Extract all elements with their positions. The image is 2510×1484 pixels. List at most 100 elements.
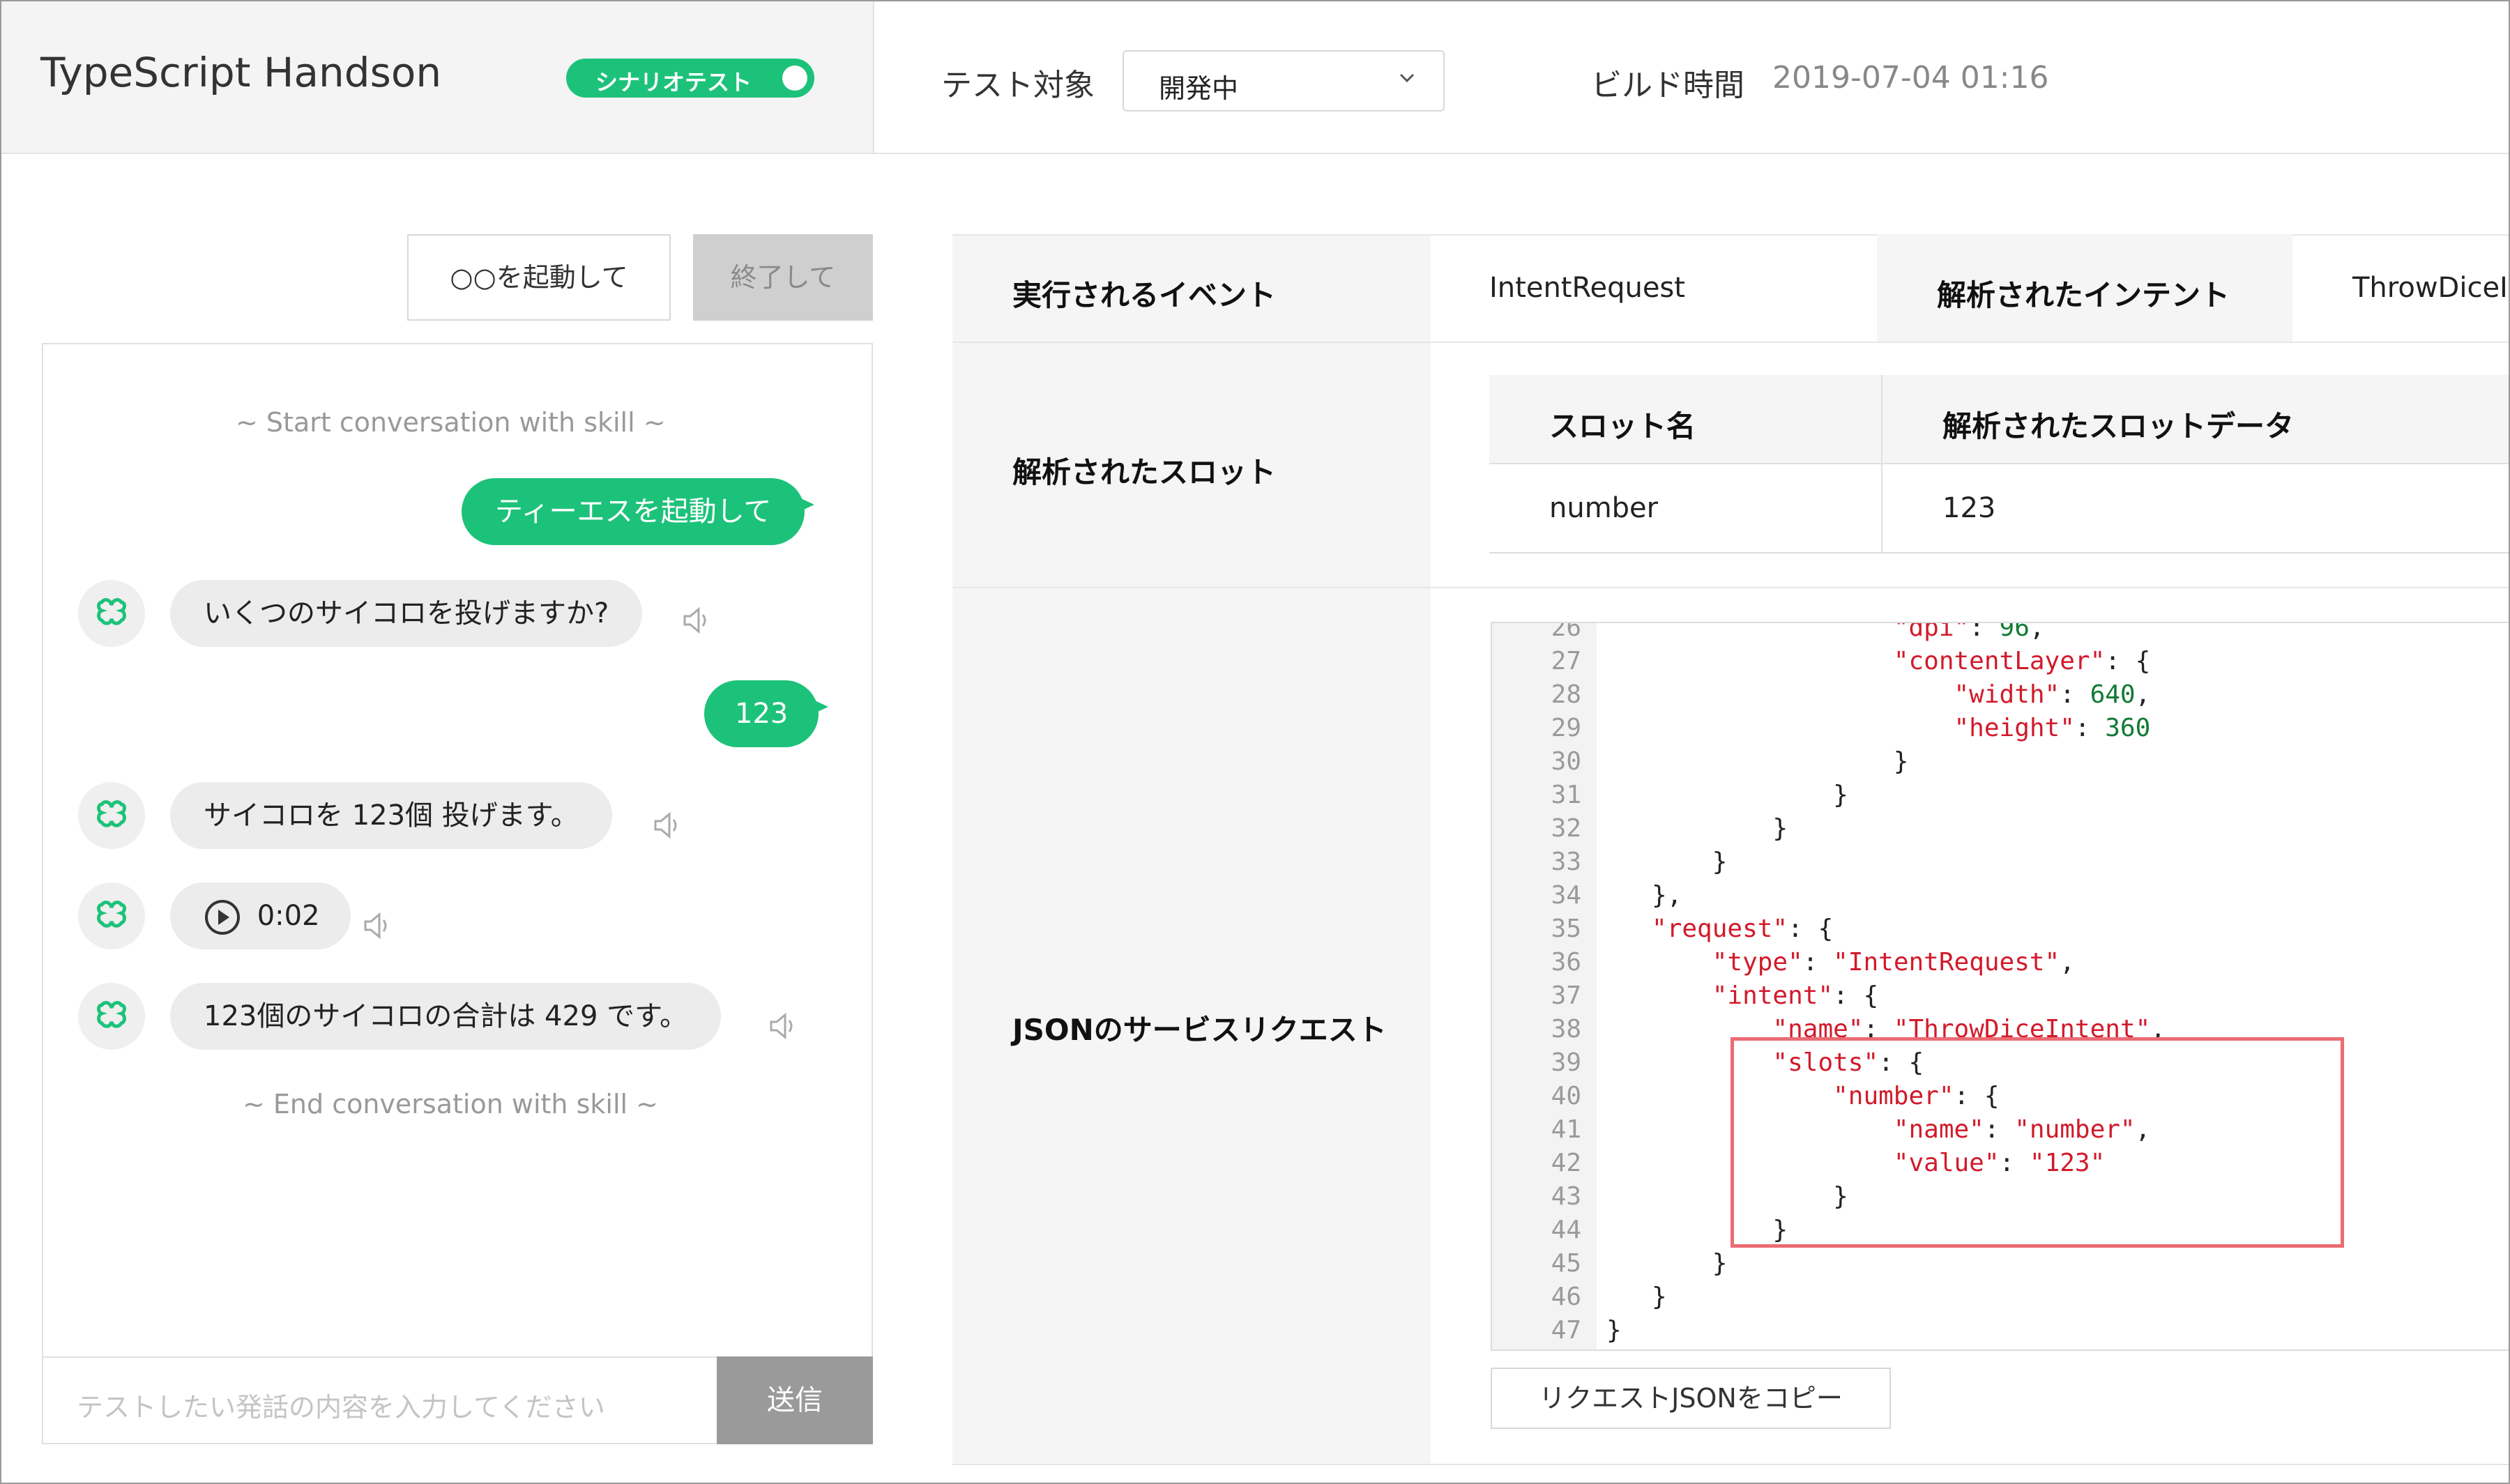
line-number: 32 <box>1551 814 1581 843</box>
bot-message-text: 123個のサイコロの合計は 429 です。 <box>204 1000 688 1032</box>
code-line: "type": "IntentRequest", <box>1712 948 2075 977</box>
line-number: 33 <box>1551 848 1581 876</box>
clova-icon <box>97 598 126 625</box>
code-line: "height": 360 <box>1954 714 2151 742</box>
line-number: 35 <box>1551 915 1581 943</box>
utterance-input-placeholder: テストしたい発話の内容を入力してください <box>77 1392 605 1423</box>
line-number: 26 <box>1551 622 1581 642</box>
app-title: TypeScript Handson <box>40 49 442 96</box>
line-number: 46 <box>1551 1283 1581 1311</box>
speaker-icon[interactable] <box>767 1009 800 1043</box>
line-number: 31 <box>1551 781 1581 809</box>
bot-avatar <box>78 580 145 647</box>
row-divider <box>952 1464 2509 1465</box>
test-target-select[interactable]: 開発中 <box>1123 50 1445 112</box>
line-number: 27 <box>1551 647 1581 675</box>
audio-duration: 0:02 <box>257 900 320 932</box>
line-number: 47 <box>1551 1316 1581 1345</box>
code-line: } <box>1606 1283 1667 1311</box>
send-button[interactable]: 送信 <box>717 1356 873 1444</box>
line-number-gutter: 26 27 28 29 30 31 32 33 34 35 36 37 38 3… <box>1492 623 1597 1349</box>
slot-name-cell: number <box>1549 492 1659 524</box>
slots-highlight-box <box>1731 1037 2344 1248</box>
end-skill-button[interactable]: 終了して <box>693 234 873 321</box>
slot-label: 解析されたスロット <box>1012 455 1277 489</box>
code-line: } <box>1606 781 1848 809</box>
slot-table-divider <box>1489 552 2509 553</box>
event-label: 実行されるイベント <box>1012 278 1277 312</box>
code-line: "request": { <box>1652 915 1834 943</box>
speaker-icon[interactable] <box>651 809 685 842</box>
line-number: 37 <box>1551 981 1581 1010</box>
code-line: "width": 640, <box>1954 680 2151 709</box>
slot-table-divider <box>1881 375 1882 553</box>
line-number: 41 <box>1551 1115 1581 1144</box>
build-time-value: 2019-07-04 01:16 <box>1772 60 2049 95</box>
line-number: 29 <box>1551 714 1581 742</box>
bot-message-text: サイコロを 123個 投げます。 <box>204 800 579 832</box>
test-target-label: テスト対象 <box>941 68 1095 103</box>
code-line: } <box>1606 747 1909 776</box>
json-request-label: JSONのサービスリクエスト <box>1012 1013 1387 1047</box>
speaker-icon[interactable] <box>680 604 714 637</box>
code-line: "contentLayer": { <box>1893 647 2151 675</box>
line-number: 44 <box>1551 1216 1581 1244</box>
user-message-text: ティーエスを起動して <box>495 496 772 528</box>
code-line: "intent": { <box>1712 981 1879 1010</box>
intent-value: ThrowDiceI <box>2352 272 2508 304</box>
row-divider <box>952 587 2509 588</box>
bot-message: いくつのサイコロを投げますか? <box>170 580 643 647</box>
toggle-knob <box>782 66 807 91</box>
bubble-tail <box>793 495 815 514</box>
scenario-test-toggle[interactable]: シナリオテスト <box>566 59 814 98</box>
code-line: } <box>1606 1249 1728 1278</box>
test-target-value: 開発中 <box>1159 73 1239 104</box>
line-number: 30 <box>1551 747 1581 776</box>
header-divider <box>1 153 2509 154</box>
line-number: 42 <box>1551 1149 1581 1177</box>
user-message-text: 123 <box>735 698 789 730</box>
line-number: 38 <box>1551 1015 1581 1043</box>
slot-table-divider <box>1489 463 2509 464</box>
conversation-end-note: ~ End conversation with skill ~ <box>243 1089 658 1119</box>
bot-message: 123個のサイコロの合計は 429 です。 <box>170 983 722 1050</box>
line-number: 34 <box>1551 881 1581 910</box>
speaker-icon[interactable] <box>361 909 395 942</box>
slot-data-header: 解析されたスロットデータ <box>1942 409 2295 443</box>
copy-request-json-button[interactable]: リクエストJSONをコピー <box>1491 1368 1891 1429</box>
line-number: 36 <box>1551 948 1581 977</box>
build-time-label: ビルド時間 <box>1591 68 1744 103</box>
bot-message-text: いくつのサイコロを投げますか? <box>204 597 609 629</box>
detail-label-column <box>952 234 1431 1465</box>
event-value: IntentRequest <box>1489 272 1685 304</box>
line-number: 39 <box>1551 1048 1581 1077</box>
chevron-down-icon <box>1399 73 1415 83</box>
bot-avatar <box>78 782 145 849</box>
line-number: 40 <box>1551 1082 1581 1110</box>
clova-icon <box>97 1001 126 1028</box>
code-line: } <box>1606 1316 1622 1345</box>
code-line: } <box>1606 848 1728 876</box>
line-number: 28 <box>1551 680 1581 709</box>
clova-icon <box>97 800 126 827</box>
clova-icon <box>97 901 126 928</box>
play-icon[interactable] <box>204 898 241 936</box>
code-line: } <box>1606 814 1788 843</box>
code-line: "dpi": 96, <box>1893 622 2045 642</box>
slot-data-cell: 123 <box>1942 492 1996 524</box>
bot-avatar <box>78 882 145 949</box>
intent-label: 解析されたインテント <box>1937 278 2230 312</box>
code-line: }, <box>1606 881 1682 910</box>
bot-message: サイコロを 123個 投げます。 <box>170 782 612 849</box>
bubble-tail <box>807 697 829 717</box>
row-divider <box>952 342 2509 343</box>
conversation-start-note: ~ Start conversation with skill ~ <box>236 407 666 438</box>
line-number: 45 <box>1551 1249 1581 1278</box>
audio-message[interactable]: 0:02 <box>170 882 351 949</box>
user-message: 123 <box>704 680 829 747</box>
bot-avatar <box>78 983 145 1050</box>
slot-name-header: スロット名 <box>1549 409 1696 443</box>
start-skill-button[interactable]: ○○を起動して <box>407 234 671 321</box>
scenario-test-label: シナリオテスト <box>595 69 752 95</box>
utterance-input[interactable]: テストしたい発話の内容を入力してください <box>43 1356 717 1443</box>
